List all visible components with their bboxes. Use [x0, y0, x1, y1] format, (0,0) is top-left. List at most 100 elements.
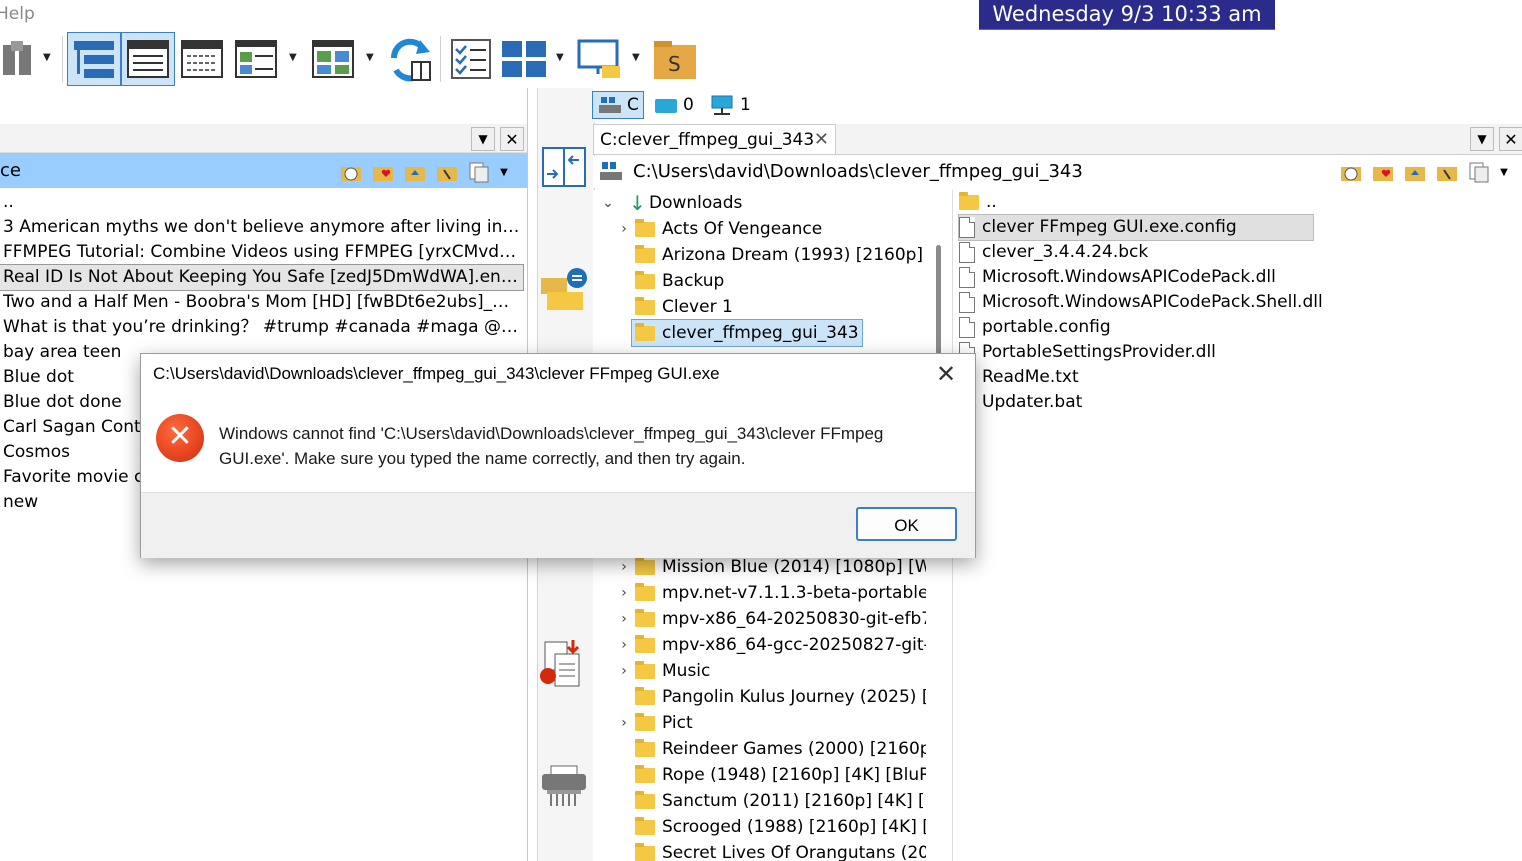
sync-panes-icon[interactable]: [384, 33, 436, 85]
thumbnails-view-icon[interactable]: [307, 33, 359, 85]
left-path-text[interactable]: ce: [0, 160, 21, 181]
copy-path-icon[interactable]: [1466, 160, 1492, 184]
list-item[interactable]: What is that you’re drinking？ #trump #ca…: [3, 315, 523, 340]
dialog-footer: [141, 492, 975, 558]
root-folder-icon[interactable]: [434, 160, 460, 184]
details-view-icon[interactable]: [121, 32, 175, 86]
list-item[interactable]: 3 American myths we don't believe anymor…: [3, 215, 523, 240]
ok-button[interactable]: OK: [856, 507, 957, 541]
tree-scrollbar-thumb[interactable]: [936, 245, 941, 355]
list-item[interactable]: Two and a Half Men - Boobra's Mom [HD] […: [3, 290, 523, 315]
drive-label: C: [627, 95, 639, 115]
folder-icon: [635, 816, 655, 835]
chevron-down-icon[interactable]: ▼: [289, 52, 297, 63]
tree-node-label: Mission Blue (2014) [1080p] [WE: [662, 557, 926, 577]
list-item-selected[interactable]: Real ID Is Not About Keeping You Safe [z…: [0, 264, 524, 291]
shredder-icon[interactable]: [539, 764, 589, 813]
list-item-parent[interactable]: ..: [959, 190, 997, 215]
file-label: clever_3.4.4.24.bck: [982, 242, 1149, 262]
tree-node-label: Pict: [662, 713, 693, 733]
list-item[interactable]: clever_3.4.4.24.bck: [959, 240, 1148, 265]
folder-icon: [635, 218, 655, 237]
toolbar: [0, 30, 1522, 88]
history-icon[interactable]: [338, 160, 364, 184]
close-icon[interactable]: ✕: [931, 360, 961, 388]
dialog-title: C:\Users\david\Downloads\clever_ffmpeg_g…: [153, 364, 720, 383]
chevron-right-icon[interactable]: ›: [617, 216, 631, 242]
toolbar-separator: [440, 36, 441, 82]
folder-icon: [635, 712, 655, 731]
file-icon: [959, 316, 975, 338]
tab-label: C:clever_ffmpeg_gui_343: [600, 130, 815, 150]
root-folder-icon[interactable]: [1434, 160, 1460, 184]
toolbar-separator: [62, 36, 63, 82]
parent-folder-icon[interactable]: [402, 160, 428, 184]
dropdown-icon[interactable]: ▼: [1470, 127, 1494, 151]
chevron-right-icon[interactable]: ›: [617, 580, 631, 606]
favorites-icon[interactable]: [1370, 160, 1396, 184]
folder-icon: [635, 582, 655, 601]
list-item[interactable]: Updater.bat: [959, 390, 1082, 415]
chevron-right-icon[interactable]: ›: [617, 658, 631, 684]
binoculars-icon[interactable]: [0, 33, 36, 85]
thumbnail-list-icon[interactable]: [230, 33, 282, 85]
chevron-right-icon[interactable]: ›: [617, 606, 631, 632]
checklist-icon[interactable]: [445, 33, 497, 85]
drive-c[interactable]: C: [592, 91, 644, 119]
tree-node-label: Backup: [662, 271, 725, 291]
copy-file-icon[interactable]: [539, 638, 589, 695]
close-tab-icon[interactable]: ✕: [814, 125, 829, 155]
move-to-left-icon[interactable]: [541, 146, 587, 193]
list-item[interactable]: FFMPEG Tutorial: Combine Videos using FF…: [3, 240, 523, 265]
layout-grid-icon[interactable]: [498, 33, 550, 85]
file-label: portable.config: [982, 317, 1111, 337]
folder-icon: [635, 790, 655, 809]
list-view-icon[interactable]: [176, 33, 228, 85]
folder-icon: [635, 686, 655, 705]
list-item[interactable]: Microsoft.WindowsAPICodePack.Shell.dll: [959, 290, 1323, 315]
chevron-right-icon[interactable]: ›: [617, 632, 631, 658]
list-item[interactable]: Microsoft.WindowsAPICodePack.dll: [959, 265, 1276, 290]
list-item[interactable]: ..: [3, 190, 523, 215]
list-item[interactable]: PortableSettingsProvider.dll: [959, 340, 1216, 365]
monitor-folder-icon[interactable]: [574, 33, 626, 85]
dropdown-icon[interactable]: ▼: [471, 127, 495, 151]
tree-node-label: Acts Of Vengeance: [662, 219, 823, 239]
drive-1[interactable]: 1: [704, 92, 755, 118]
right-path-text[interactable]: C:\Users\david\Downloads\clever_ffmpeg_g…: [633, 161, 1083, 182]
close-pane-icon[interactable]: ✕: [1499, 127, 1522, 151]
chevron-right-icon[interactable]: ›: [617, 710, 631, 736]
clock-display: Wednesday 9/3 10:33 am: [979, 0, 1275, 31]
copy-path-icon[interactable]: [466, 160, 492, 184]
folder-icon: [635, 842, 655, 861]
drive-icon: [655, 99, 677, 113]
tree-node-label: mpv-x86_64-gcc-20250827-git-9: [662, 635, 926, 655]
chevron-down-icon[interactable]: ▼: [556, 52, 564, 63]
tree-node-label: Arizona Dream (1993) [2160p] [4: [662, 245, 926, 265]
file-icon: [959, 216, 975, 238]
chevron-down-icon[interactable]: ⌄: [601, 190, 615, 216]
favorites-icon[interactable]: [370, 160, 396, 184]
menu-help[interactable]: Help: [0, 4, 35, 24]
list-item[interactable]: ReadMe.txt: [959, 365, 1079, 390]
drive-label: 1: [740, 95, 751, 115]
list-item-selected[interactable]: clever FFmpeg GUI.exe.config: [958, 214, 1314, 241]
chevron-down-icon[interactable]: ▼: [1498, 160, 1510, 184]
tab-clever-ffmpeg[interactable]: C:clever_ffmpeg_gui_343 ✕: [593, 124, 836, 154]
history-icon[interactable]: [1338, 160, 1364, 184]
s-folder-icon[interactable]: S: [649, 33, 701, 85]
chevron-down-icon[interactable]: ▼: [498, 160, 510, 184]
svg-text:S: S: [668, 52, 681, 76]
parent-folder-icon[interactable]: [1402, 160, 1428, 184]
folder-compare-icon[interactable]: [539, 266, 591, 319]
chevron-down-icon[interactable]: ▼: [366, 52, 374, 63]
folder-icon: [635, 608, 655, 627]
chevron-down-icon[interactable]: ▼: [632, 52, 640, 63]
list-item[interactable]: portable.config: [959, 315, 1111, 340]
chevron-down-icon[interactable]: ▼: [43, 52, 51, 63]
drive-label: 0: [683, 95, 694, 115]
tree-view-icon[interactable]: [67, 32, 121, 86]
tree-node-label: Pangolin Kulus Journey (2025) [2: [662, 687, 926, 707]
drive-0[interactable]: 0: [649, 92, 698, 118]
close-pane-icon[interactable]: ✕: [500, 127, 524, 151]
